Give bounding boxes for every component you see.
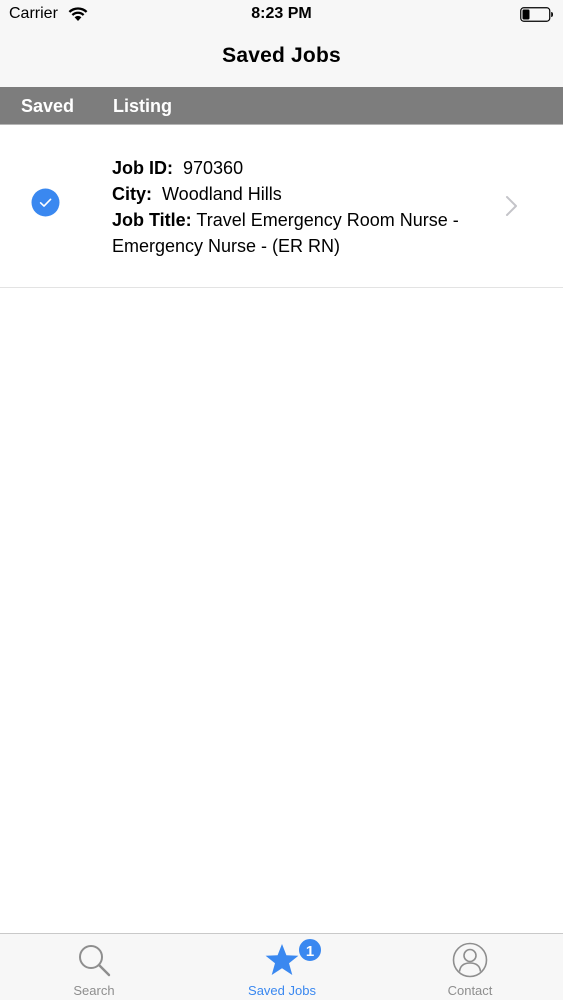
job-id-line: Job ID: 970360 — [112, 155, 497, 181]
job-id-label: Job ID: — [112, 158, 173, 178]
tab-bar: Search Saved Jobs Contact — [0, 933, 563, 1000]
job-title-value-line2: Emergency Nurse - (ER RN) — [112, 236, 341, 256]
job-title-label: Job Title: — [112, 210, 192, 230]
tab-contact-label: Contact — [447, 983, 493, 998]
battery-icon — [520, 7, 553, 22]
tab-saved-jobs-label: Saved Jobs — [248, 983, 316, 998]
city-label: City: — [112, 184, 152, 204]
city-line: City: Woodland Hills — [112, 181, 497, 207]
tab-search-label: Search — [73, 983, 115, 998]
job-id-value: 970360 — [183, 158, 244, 178]
star-icon — [265, 944, 299, 975]
saved-jobs-badge: 1 — [297, 937, 323, 963]
tab-contact[interactable]: Contact — [376, 934, 563, 1000]
job-list-item[interactable]: Job ID: 970360 City: Woodland Hills Job … — [0, 125, 563, 288]
search-icon — [79, 945, 111, 977]
job-title-value-line1: Travel Emergency Room Nurse - — [196, 210, 459, 230]
job-title-line: Job Title: Travel Emergency Room Nurse - — [112, 207, 497, 233]
checkmark-circle-icon[interactable] — [31, 188, 60, 217]
header-saved-label: Saved — [21, 96, 75, 116]
top-bar: Carrier 8:23 PM Saved Jobs — [0, 0, 563, 87]
tab-saved-jobs[interactable]: Saved Jobs — [188, 934, 376, 1000]
job-details: Job ID: 970360 City: Woodland Hills Job … — [112, 155, 497, 259]
header-listing-label: Listing — [113, 96, 172, 116]
chevron-right-icon — [506, 196, 517, 216]
city-value: Woodland Hills — [162, 184, 282, 204]
clock: 8:23 PM — [251, 5, 312, 22]
person-icon — [452, 942, 488, 978]
status-bar: Carrier 8:23 PM — [0, 0, 563, 30]
page-title: Saved Jobs — [222, 44, 341, 67]
tab-search[interactable]: Search — [0, 934, 188, 1000]
saved-jobs-screen: Carrier 8:23 PM Saved Jobs Saved Listing — [0, 0, 563, 1000]
list-header: Saved Listing — [0, 87, 563, 125]
